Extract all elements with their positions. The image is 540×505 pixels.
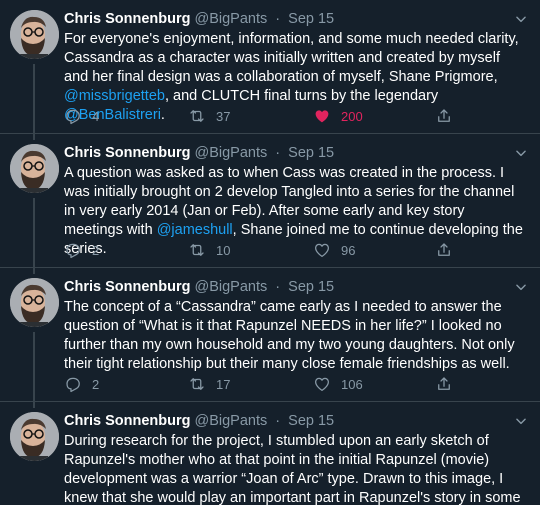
avatar[interactable] <box>10 278 59 327</box>
separator-dot: · <box>275 413 281 429</box>
reply-icon <box>64 107 82 125</box>
retweet-button[interactable]: 17 <box>188 374 230 394</box>
like-count: 200 <box>341 108 363 124</box>
like-icon <box>313 241 331 259</box>
retweet-icon <box>188 241 206 259</box>
avatar[interactable] <box>10 10 59 59</box>
like-button[interactable]: 106 <box>313 374 363 394</box>
tweet-date[interactable]: Sep 15 <box>288 413 334 429</box>
author-handle[interactable]: @BigPants <box>194 11 267 27</box>
author-handle[interactable]: @BigPants <box>194 145 267 161</box>
chevron-down-icon[interactable] <box>514 146 528 160</box>
chevron-down-icon[interactable] <box>514 12 528 26</box>
tweet-text-segment: For everyone's enjoyment, information, a… <box>64 31 519 85</box>
retweet-count: 10 <box>216 242 231 258</box>
share-button[interactable] <box>435 240 453 260</box>
separator-dot: · <box>275 279 281 295</box>
tweet[interactable]: Chris Sonnenburg @BigPants · Sep 15 Durin… <box>0 402 540 505</box>
mention-link[interactable]: @jameshull <box>157 222 233 238</box>
tweet-actions: 2 17 106 <box>64 374 528 394</box>
like-icon <box>313 375 331 393</box>
retweet-icon <box>188 107 206 125</box>
tweet-date[interactable]: Sep 15 <box>288 145 334 161</box>
avatar[interactable] <box>10 144 59 193</box>
reply-count: 2 <box>92 242 100 258</box>
share-icon <box>435 107 453 125</box>
retweet-button[interactable]: 10 <box>188 240 230 260</box>
share-icon <box>435 375 453 393</box>
thread-line <box>33 332 35 408</box>
author-name[interactable]: Chris Sonnenburg <box>64 413 190 429</box>
author-name[interactable]: Chris Sonnenburg <box>64 279 190 295</box>
author-name[interactable]: Chris Sonnenburg <box>64 145 190 161</box>
retweet-button[interactable]: 37 <box>188 106 230 126</box>
share-button[interactable] <box>435 374 453 394</box>
like-button[interactable]: 96 <box>313 240 355 260</box>
chevron-down-icon[interactable] <box>514 414 528 428</box>
tweet[interactable]: Chris Sonnenburg @BigPants · Sep 15 For e… <box>0 0 540 134</box>
like-button[interactable]: 200 <box>313 106 363 126</box>
mention-link[interactable]: @missbrigetteb <box>64 88 165 104</box>
tweet-text-segment: The concept of a “Cassandra” came early … <box>64 299 515 372</box>
tweet-text: The concept of a “Cassandra” came early … <box>64 298 526 374</box>
retweet-count: 37 <box>216 108 231 124</box>
thread-line <box>33 198 35 274</box>
share-button[interactable] <box>435 106 453 126</box>
author-handle[interactable]: @BigPants <box>194 413 267 429</box>
tweet[interactable]: Chris Sonnenburg @BigPants · Sep 15 A que… <box>0 134 540 268</box>
retweet-count: 17 <box>216 376 231 392</box>
reply-button[interactable]: 2 <box>64 240 99 260</box>
tweet-text-segment: , and CLUTCH final turns by the legendar… <box>164 88 439 104</box>
author-handle[interactable]: @BigPants <box>194 279 267 295</box>
like-count: 106 <box>341 376 363 392</box>
tweet-text: During research for the project, I stumb… <box>64 432 526 505</box>
reply-icon <box>64 375 82 393</box>
reply-count: 2 <box>92 376 100 392</box>
avatar[interactable] <box>10 412 59 461</box>
thread-line <box>33 64 35 140</box>
separator-dot: · <box>275 11 281 27</box>
reply-button[interactable]: 2 <box>64 374 99 394</box>
reply-button[interactable]: 4 <box>64 106 99 126</box>
author-name[interactable]: Chris Sonnenburg <box>64 11 190 27</box>
share-icon <box>435 241 453 259</box>
tweet-actions: 4 37 200 <box>64 106 528 126</box>
retweet-icon <box>188 375 206 393</box>
tweet-date[interactable]: Sep 15 <box>288 11 334 27</box>
tweet[interactable]: Chris Sonnenburg @BigPants · Sep 15 The c… <box>0 268 540 402</box>
tweet-date[interactable]: Sep 15 <box>288 279 334 295</box>
tweet-text-segment: During research for the project, I stumb… <box>64 433 521 505</box>
separator-dot: · <box>275 145 281 161</box>
like-count: 96 <box>341 242 356 258</box>
tweet-actions: 2 10 96 <box>64 240 528 260</box>
like-icon <box>313 107 331 125</box>
chevron-down-icon[interactable] <box>514 280 528 294</box>
reply-count: 4 <box>92 108 100 124</box>
reply-icon <box>64 241 82 259</box>
